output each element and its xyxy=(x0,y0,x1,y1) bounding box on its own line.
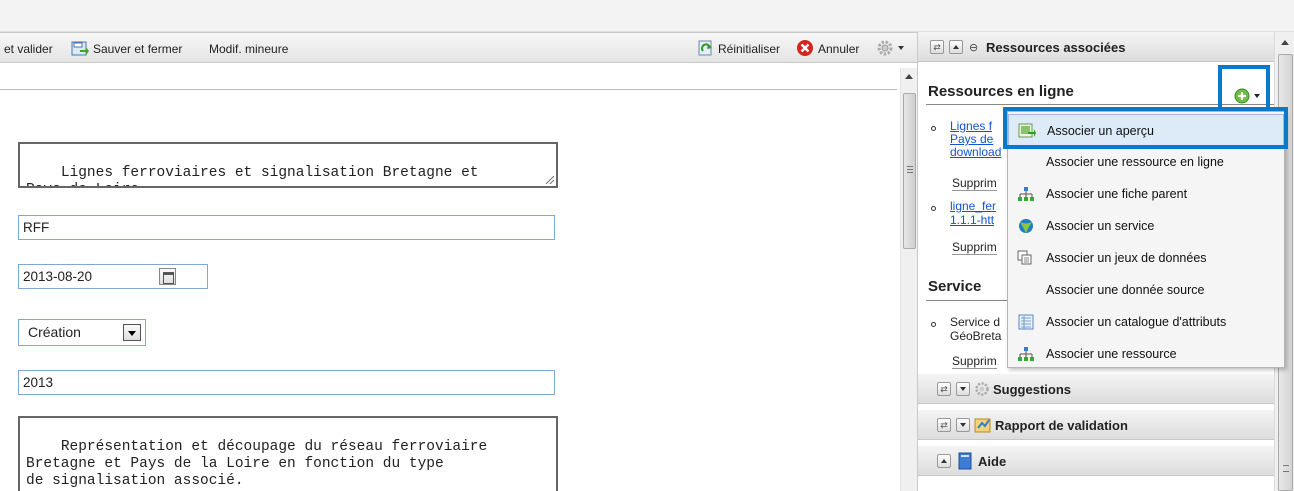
help-header[interactable]: Aide xyxy=(918,446,1274,476)
validation-title: Rapport de validation xyxy=(995,418,1128,433)
organisation-input[interactable]: RFF xyxy=(18,215,555,240)
menu-item-associate-parent[interactable]: Associer une fiche parent xyxy=(1008,178,1284,210)
resize-handle-icon[interactable] xyxy=(546,176,554,184)
save-close-icon xyxy=(71,41,89,56)
help-title: Aide xyxy=(978,454,1007,469)
link-icon: ⊖ xyxy=(969,42,979,54)
menu-item-label: Associer un service xyxy=(1046,219,1155,233)
title-text: Lignes ferroviaires et signalisation Bre… xyxy=(26,165,479,186)
online-resources-title: Ressources en ligne xyxy=(928,83,1074,100)
menu-item-associate-source[interactable]: Associer une donnée source xyxy=(1008,274,1284,306)
bullet xyxy=(931,206,936,211)
dataset-icon xyxy=(1017,250,1032,265)
gear-icon xyxy=(975,382,989,396)
editor-toolbar: et valider Sauver et fermer Modif. mineu… xyxy=(0,32,917,63)
metadata-editor: Lignes ferroviaires et signalisation Bre… xyxy=(0,64,917,491)
suggestions-title: Suggestions xyxy=(993,382,1072,397)
chevron-down-icon[interactable] xyxy=(123,324,141,341)
delete-link[interactable]: Supprim xyxy=(952,354,997,369)
validation-header[interactable]: ⇄ Rapport de validation xyxy=(918,410,1274,440)
service-icon xyxy=(1019,219,1033,233)
resources-header: ⇄ ⊖ Ressources associées xyxy=(918,32,1274,62)
menu-item-label: Associer un catalogue d'attributs xyxy=(1046,315,1227,329)
top-strip xyxy=(0,0,1294,32)
delete-link[interactable]: Supprim xyxy=(952,240,997,255)
menu-item-associate-online-resource[interactable]: Associer une ressource en ligne xyxy=(1008,146,1284,178)
resources-title: Ressources associées xyxy=(986,40,1126,55)
menu-item-label: Associer une ressource en ligne xyxy=(1046,155,1224,169)
menu-item-associate-dataset[interactable]: Associer un jeux de données xyxy=(1008,242,1284,274)
service-text-line2: GéoBreta xyxy=(950,329,1002,343)
save-close-button[interactable]: Sauver et fermer xyxy=(93,40,182,58)
refresh-icon[interactable]: ⇄ xyxy=(937,382,951,396)
date-type-value: Création xyxy=(28,324,81,340)
gear-icon[interactable] xyxy=(876,39,894,57)
date-type-select[interactable]: Création xyxy=(18,319,146,346)
scroll-up-icon[interactable] xyxy=(1281,40,1289,45)
cancel-button[interactable]: Annuler xyxy=(818,40,859,58)
reset-icon xyxy=(698,40,712,56)
menu-item-label: Associer une fiche parent xyxy=(1046,187,1188,201)
expand-button[interactable] xyxy=(956,382,970,396)
refresh-icon[interactable]: ⇄ xyxy=(930,40,944,54)
online-resource-link-line2[interactable]: 1.1.1-htt xyxy=(950,214,994,227)
expand-button[interactable] xyxy=(956,418,970,432)
title-textarea[interactable]: Lignes ferroviaires et signalisation Bre… xyxy=(18,142,558,188)
refresh-icon[interactable]: ⇄ xyxy=(937,418,951,432)
suggestions-header[interactable]: ⇄ Suggestions xyxy=(918,374,1274,404)
menu-item-label: Associer une ressource xyxy=(1046,347,1177,361)
minor-edit-button[interactable]: Modif. mineure xyxy=(209,40,288,58)
hierarchy-icon xyxy=(1018,347,1034,361)
help-book-icon xyxy=(958,452,972,470)
collapse-button[interactable] xyxy=(949,40,963,54)
delete-link[interactable]: Supprim xyxy=(952,176,997,191)
scroll-up-icon[interactable] xyxy=(905,74,913,79)
online-resource-link-line3[interactable]: download xyxy=(950,146,1001,159)
scroll-thumb[interactable] xyxy=(903,93,916,249)
service-title: Service xyxy=(928,278,982,295)
editor-scrollbar[interactable] xyxy=(900,68,917,491)
abstract-text: Représentation et découpage du réseau fe… xyxy=(26,439,488,489)
date-input[interactable]: 2013-08-20 xyxy=(18,264,208,289)
calendar-icon[interactable] xyxy=(159,268,176,285)
gear-menu-arrow-icon[interactable] xyxy=(898,46,904,50)
hierarchy-icon xyxy=(1018,187,1034,201)
collapse-button[interactable] xyxy=(937,454,951,468)
cancel-icon xyxy=(797,40,813,56)
bullet xyxy=(931,126,936,131)
catalog-icon xyxy=(1018,314,1034,330)
bullet xyxy=(931,322,936,327)
section-separator xyxy=(0,89,897,90)
save-validate-button[interactable]: et valider xyxy=(4,40,53,58)
menu-item-label: Associer une donnée source xyxy=(1046,283,1205,297)
associate-menu: Associer un aperçu Associer une ressourc… xyxy=(1007,111,1285,368)
abstract-textarea[interactable]: Représentation et découpage du réseau fe… xyxy=(18,416,558,491)
online-resource-link[interactable]: ligne_fer xyxy=(950,200,996,213)
report-icon xyxy=(974,418,991,433)
menu-item-label: Associer un jeux de données xyxy=(1046,251,1207,265)
menu-item-associate-catalog[interactable]: Associer un catalogue d'attributs xyxy=(1008,306,1284,338)
edition-input[interactable]: 2013 xyxy=(18,370,555,395)
menu-item-associate-resource[interactable]: Associer une ressource xyxy=(1008,338,1284,370)
menu-item-associate-service[interactable]: Associer un service xyxy=(1008,210,1284,242)
menu-item-highlight xyxy=(1003,107,1288,149)
service-text: Service d xyxy=(950,315,1001,329)
reset-button[interactable]: Réinitialiser xyxy=(718,40,780,58)
